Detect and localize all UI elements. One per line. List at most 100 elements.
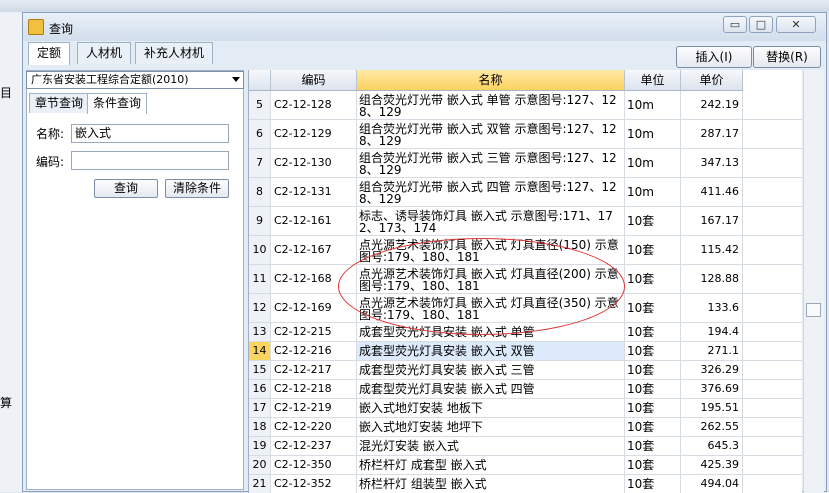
- column-header-price[interactable]: 单价: [681, 70, 743, 91]
- row-number: 15: [249, 361, 271, 379]
- cell-name: 组合荧光灯光带 嵌入式 单管 示意图号:127、128、129: [357, 91, 625, 119]
- code-label: 编码:: [36, 155, 65, 169]
- query-dialog: 查询 ▭ □ ✕ 定额 人材机 补充人材机 插入(I) 替换(R) 广东省安装工…: [22, 12, 827, 493]
- cell-code: C2-12-216: [271, 342, 357, 360]
- cell-code: C2-12-169: [271, 294, 357, 322]
- cell-price: 494.04: [681, 475, 743, 493]
- table-row[interactable]: 7 C2-12-130 组合荧光灯光带 嵌入式 三管 示意图号:127、128、12…: [249, 149, 802, 178]
- cell-unit: 10套: [625, 294, 681, 322]
- background-app-left-strip: 目 算: [0, 12, 23, 492]
- title-bar[interactable]: 查询 ▭ □ ✕: [23, 13, 826, 41]
- row-number: 16: [249, 380, 271, 398]
- cell-code: C2-12-215: [271, 323, 357, 341]
- cell-price: 347.13: [681, 149, 743, 177]
- table-row[interactable]: 5 C2-12-128 组合荧光灯光带 嵌入式 单管 示意图号:127、128、12…: [249, 91, 802, 120]
- insert-button[interactable]: 插入(I): [676, 46, 752, 68]
- cell-name: 成套型荧光灯具安装 嵌入式 三管: [357, 361, 625, 379]
- cell-unit: 10套: [625, 475, 681, 493]
- column-header-code[interactable]: 编码: [271, 70, 357, 91]
- cell-name: 组合荧光灯光带 嵌入式 四管 示意图号:127、128、129: [357, 178, 625, 206]
- column-header-name[interactable]: 名称: [357, 70, 625, 91]
- cell-name: 成套型荧光灯具安装 嵌入式 双管: [357, 342, 625, 360]
- row-number: 13: [249, 323, 271, 341]
- minimize-button[interactable]: ▭: [723, 16, 747, 33]
- row-number: 10: [249, 236, 271, 264]
- scrollbar-thumb[interactable]: [806, 303, 821, 317]
- table-row[interactable]: 6 C2-12-129 组合荧光灯光带 嵌入式 双管 示意图号:127、128、12…: [249, 120, 802, 149]
- cell-name: 点光源艺术装饰灯具 嵌入式 灯具直径(350) 示意图号:179、180、181: [357, 294, 625, 322]
- cell-unit: 10套: [625, 399, 681, 417]
- tab-chapter-query[interactable]: 章节查询: [29, 93, 90, 113]
- table-row[interactable]: 8 C2-12-131 组合荧光灯光带 嵌入式 四管 示意图号:127、128、12…: [249, 178, 802, 207]
- quota-library-value: 广东省安装工程综合定额(2010): [31, 73, 189, 86]
- cell-code: C2-12-220: [271, 418, 357, 436]
- cell-code: C2-12-237: [271, 437, 357, 455]
- table-row[interactable]: 12 C2-12-169 点光源艺术装饰灯具 嵌入式 灯具直径(350) 示意图号:…: [249, 294, 802, 323]
- cell-name: 标志、诱导装饰灯具 嵌入式 示意图号:171、172、173、174: [357, 207, 625, 235]
- cell-name: 成套型荧光灯具安装 嵌入式 单管: [357, 323, 625, 341]
- cell-price: 167.17: [681, 207, 743, 235]
- app-icon: [28, 19, 44, 35]
- column-header-unit[interactable]: 单位: [625, 70, 681, 91]
- cell-unit: 10套: [625, 342, 681, 360]
- tab-quota[interactable]: 定额: [28, 42, 71, 65]
- table-row[interactable]: 19 C2-12-237 混光灯安装 嵌入式 10套 645.3: [249, 437, 802, 456]
- cell-name: 点光源艺术装饰灯具 嵌入式 灯具直径(150) 示意图号:179、180、181: [357, 236, 625, 264]
- cell-name: 桥栏杆灯 组装型 嵌入式: [357, 475, 625, 493]
- window-title: 查询: [49, 22, 74, 36]
- table-row[interactable]: 10 C2-12-167 点光源艺术装饰灯具 嵌入式 灯具直径(150) 示意图号:…: [249, 236, 802, 265]
- background-label: 算: [0, 396, 13, 410]
- table-row[interactable]: 18 C2-12-220 嵌入式地灯安装 地坪下 10套 262.55: [249, 418, 802, 437]
- row-number: 8: [249, 178, 271, 206]
- cell-name: 点光源艺术装饰灯具 嵌入式 灯具直径(200) 示意图号:179、180、181: [357, 265, 625, 293]
- table-row[interactable]: 11 C2-12-168 点光源艺术装饰灯具 嵌入式 灯具直径(200) 示意图号:…: [249, 265, 802, 294]
- table-row[interactable]: 9 C2-12-161 标志、诱导装饰灯具 嵌入式 示意图号:171、172、173…: [249, 207, 802, 236]
- clear-conditions-button[interactable]: 清除条件: [165, 179, 229, 198]
- table-row[interactable]: 13 C2-12-215 成套型荧光灯具安装 嵌入式 单管 10套 194.4: [249, 323, 802, 342]
- cell-price: 326.29: [681, 361, 743, 379]
- replace-button[interactable]: 替换(R): [753, 46, 821, 68]
- row-number: 7: [249, 149, 271, 177]
- table-row[interactable]: 21 C2-12-352 桥栏杆灯 组装型 嵌入式 10套 494.04: [249, 475, 802, 493]
- name-label: 名称:: [36, 127, 65, 141]
- row-number: 20: [249, 456, 271, 474]
- table-row[interactable]: 17 C2-12-219 嵌入式地灯安装 地板下 10套 195.51: [249, 399, 802, 418]
- tab-labor-material[interactable]: 人材机: [77, 42, 132, 64]
- cell-price: 425.39: [681, 456, 743, 474]
- cell-price: 128.88: [681, 265, 743, 293]
- cell-code: C2-12-161: [271, 207, 357, 235]
- cell-unit: 10套: [625, 361, 681, 379]
- cell-unit: 10套: [625, 207, 681, 235]
- cell-unit: 10套: [625, 236, 681, 264]
- background-app-toolbar: [0, 0, 829, 12]
- cell-code: C2-12-167: [271, 236, 357, 264]
- query-button[interactable]: 查询: [94, 179, 158, 198]
- name-input[interactable]: 嵌入式: [71, 124, 229, 143]
- row-number: 14: [249, 342, 271, 360]
- table-row[interactable]: 20 C2-12-350 桥栏杆灯 成套型 嵌入式 10套 425.39: [249, 456, 802, 475]
- table-row[interactable]: 16 C2-12-218 成套型荧光灯具安装 嵌入式 四管 10套 376.69: [249, 380, 802, 399]
- code-input[interactable]: [71, 151, 229, 170]
- cell-name: 成套型荧光灯具安装 嵌入式 四管: [357, 380, 625, 398]
- cell-price: 242.19: [681, 91, 743, 119]
- table-row[interactable]: 14 C2-12-216 成套型荧光灯具安装 嵌入式 双管 10套 271.1: [249, 342, 802, 361]
- cell-price: 194.4: [681, 323, 743, 341]
- row-number: 12: [249, 294, 271, 322]
- tab-supplement-labor-material[interactable]: 补充人材机: [135, 42, 214, 64]
- maximize-button[interactable]: □: [749, 16, 773, 33]
- vertical-scrollbar[interactable]: [803, 70, 824, 493]
- close-icon: ✕: [791, 18, 801, 31]
- cell-code: C2-12-168: [271, 265, 357, 293]
- quota-library-select[interactable]: 广东省安装工程综合定额(2010): [26, 71, 244, 89]
- close-button[interactable]: ✕: [776, 16, 816, 33]
- tab-condition-query[interactable]: 条件查询: [87, 93, 148, 114]
- cell-price: 262.55: [681, 418, 743, 436]
- maximize-icon: □: [755, 18, 767, 31]
- cell-unit: 10m: [625, 149, 681, 177]
- chevron-down-icon: [232, 77, 240, 82]
- table-row[interactable]: 15 C2-12-217 成套型荧光灯具安装 嵌入式 三管 10套 326.29: [249, 361, 802, 380]
- cell-price: 376.69: [681, 380, 743, 398]
- row-number: 9: [249, 207, 271, 235]
- cell-price: 287.17: [681, 120, 743, 148]
- cell-name: 组合荧光灯光带 嵌入式 双管 示意图号:127、128、129: [357, 120, 625, 148]
